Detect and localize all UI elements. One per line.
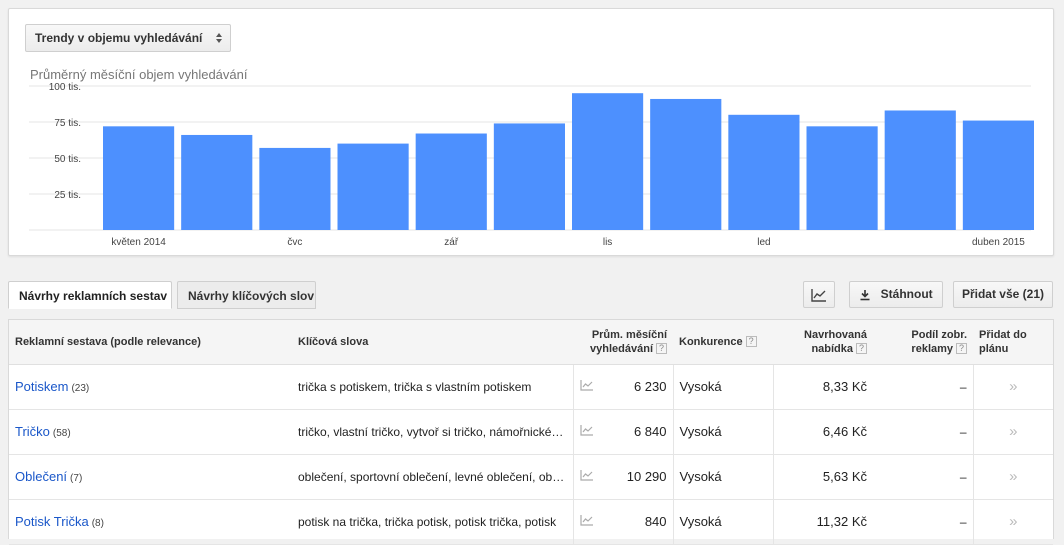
header-ad-share[interactable]: Podíl zobr. reklamy? [873,320,974,365]
chart-bar [415,133,487,230]
x-tick-label: zář [444,237,459,248]
ad-group-link[interactable]: Potisk Trička [15,514,89,529]
table-row: Potiskem (23) trička s potiskem, trička s… [9,364,1054,410]
help-icon[interactable]: ? [745,336,757,348]
table-row: Potisk Trička (8) potisk na trička, tričk… [9,499,1054,545]
chart-toggle-button[interactable] [803,281,835,308]
table-row: Oblečení (7) oblečení, sportovní oblečení… [9,454,1054,500]
keyword-count: (8) [91,518,104,529]
add-all-label: Přidat vše (21) [961,287,1045,301]
chart-bar [337,143,409,230]
suggested-bid: 6,46 Kč [773,409,874,455]
ad-group-cell: Potiskem (23) [9,364,292,410]
header-keywords: Klíčová slova [292,320,573,365]
suggested-bid: 5,63 Kč [773,454,874,500]
help-icon[interactable]: ? [656,343,668,355]
chart-bar [572,93,644,230]
header-competition[interactable]: Konkurence? [673,320,774,365]
add-to-plan-button[interactable]: » [973,409,1054,455]
keywords-cell: oblečení, sportovní oblečení, levné oble… [292,454,574,500]
line-chart-icon[interactable] [579,424,594,436]
line-chart-icon[interactable] [579,514,594,526]
chart-bar [259,147,331,230]
header-suggested-bid[interactable]: Navrhovaná nabídka? [773,320,874,365]
competition: Vysoká [673,454,774,500]
trend-cell [573,364,603,410]
help-icon[interactable]: ? [956,343,968,355]
download-icon [860,289,870,301]
chart-bar [962,120,1034,230]
ad-share: – [873,454,974,500]
avg-searches: 6 230 [603,364,674,410]
chart-bar [806,126,878,230]
chart-bar [728,114,800,230]
tab-keyword-ideas[interactable]: Návrhy klíčových slov [177,281,316,309]
download-label: Stáhnout [880,287,933,301]
avg-searches: 10 290 [603,454,674,500]
y-tick-label: 50 tis. [54,154,81,165]
chart-panel: Trendy v objemu vyhledávání Průměrný měs… [8,8,1054,256]
trend-cell [573,409,603,455]
y-tick-label: 25 tis. [54,190,81,201]
chart-bar [493,123,565,230]
ad-group-cell: Tričko (58) [9,409,292,455]
trend-cell [573,454,603,500]
competition: Vysoká [673,409,774,455]
competition: Vysoká [673,499,774,545]
keywords-cell: tričko, vlastní tričko, vytvoř si tričko… [292,409,574,455]
header-avg-searches[interactable]: Prům. měsíční vyhledávání? [573,320,674,365]
ad-group-table: Reklamní sestava (podle relevance) Klíčo… [8,319,1054,545]
ad-group-cell: Oblečení (7) [9,454,292,500]
avg-searches: 840 [603,499,674,545]
ad-share: – [873,364,974,410]
trend-cell [573,499,603,545]
line-chart-icon[interactable] [579,469,594,481]
competition: Vysoká [673,364,774,410]
ad-share: – [873,409,974,455]
add-to-plan-button[interactable]: » [973,454,1054,500]
chart-bar [103,126,175,230]
table-row: Tričko (58) tričko, vlastní tričko, vytvo… [9,409,1054,455]
x-tick-label: čvc [287,237,302,248]
tab-ad-group-ideas[interactable]: Návrhy reklamních sestav [8,281,172,309]
ad-group-link[interactable]: Tričko [15,424,50,439]
header-group[interactable]: Reklamní sestava (podle relevance) [9,320,292,365]
add-to-plan-button[interactable]: » [973,364,1054,410]
keywords-cell: trička s potiskem, trička s vlastním pot… [292,364,574,410]
keyword-count: (58) [52,428,71,439]
tab-ad-group-ideas-label: Návrhy reklamních sestav [19,289,168,303]
ad-group-cell: Potisk Trička (8) [9,499,292,545]
keywords-cell: potisk na trička, trička potisk, potisk … [292,499,574,545]
line-chart-icon [811,288,826,302]
help-icon[interactable]: ? [856,343,868,355]
chart-bar [650,98,722,231]
x-tick-label: led [757,237,770,248]
chart-bar [181,134,253,230]
ad-share: – [873,499,974,545]
x-tick-label: duben 2015 [972,237,1025,248]
ad-group-link[interactable]: Oblečení [15,469,67,484]
line-chart-icon[interactable] [579,379,594,391]
download-button[interactable]: Stáhnout [849,281,943,308]
add-all-button[interactable]: Přidat vše (21) [953,281,1053,308]
y-tick-label: 100 tis. [49,82,81,93]
search-volume-chart: 25 tis. 50 tis. 75 tis. 100 tis. květen 2014… [29,82,1034,248]
x-tick-label: květen 2014 [111,237,166,248]
table-header-row: Reklamní sestava (podle relevance) Klíčo… [9,320,1054,365]
ad-group-link[interactable]: Potiskem [15,379,68,394]
avg-searches: 6 840 [603,409,674,455]
add-to-plan-button[interactable]: » [973,499,1054,545]
suggested-bid: 11,32 Kč [773,499,874,545]
chart-bar [884,110,956,230]
tab-keyword-ideas-label: Návrhy klíčových slov [188,289,315,303]
x-tick-label: lis [603,237,612,248]
keyword-count: (7) [70,473,83,484]
suggested-bid: 8,33 Kč [773,364,874,410]
keyword-count: (23) [71,383,90,394]
header-add-to-plan: Přidat do plánu [973,320,1054,365]
y-tick-label: 75 tis. [54,118,81,129]
